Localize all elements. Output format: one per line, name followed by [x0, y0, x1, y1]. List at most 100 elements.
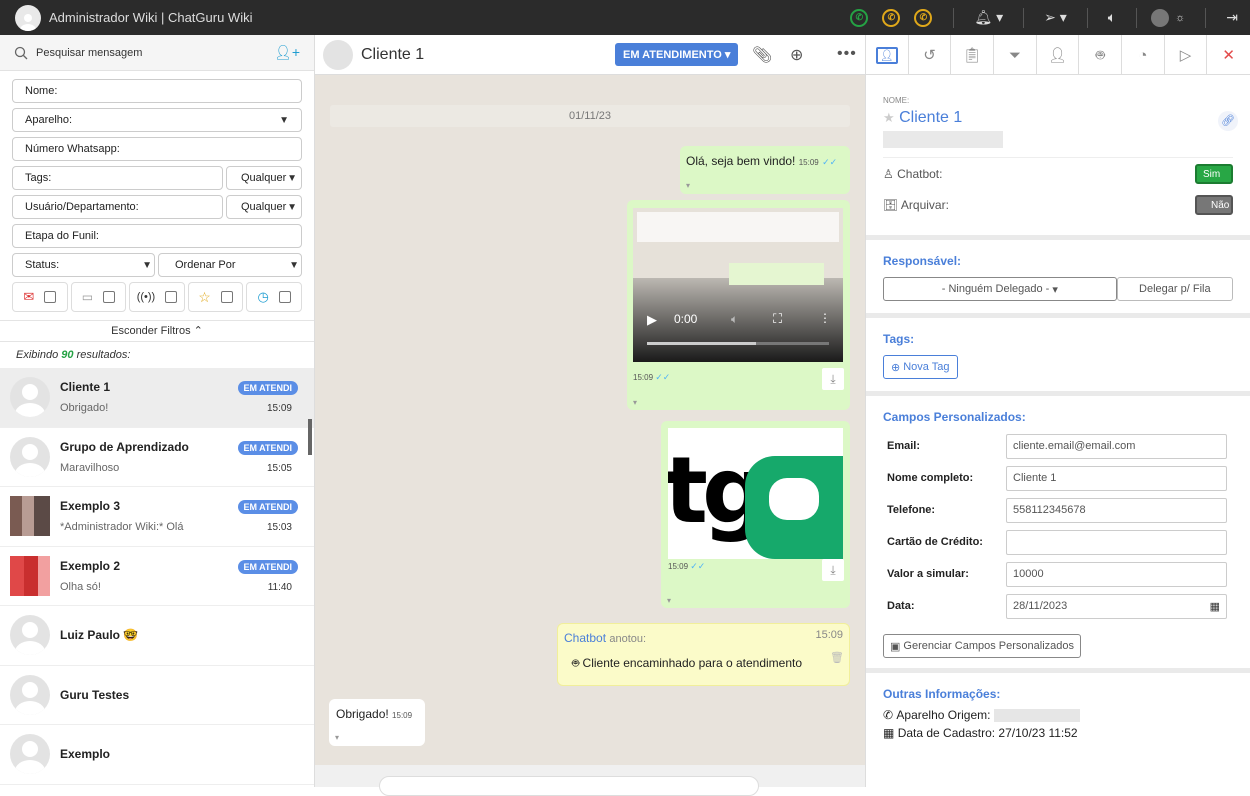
star-icon[interactable]: ★: [883, 110, 895, 125]
gauge-icon: ◔: [1138, 46, 1148, 64]
archived-checkbox[interactable]: [103, 291, 116, 303]
filter-device-select[interactable]: Aparelho: ▼: [12, 108, 302, 132]
manage-fields-button[interactable]: ▣ Gerenciar Campos Personalizados: [883, 634, 1081, 658]
bell-icon[interactable]: 🔔︎ ▾: [974, 9, 1003, 26]
more-options-icon[interactable]: •••: [837, 45, 857, 63]
download-icon[interactable]: ⤓: [822, 559, 844, 581]
whatsapp-yellow-icon-2[interactable]: ✆: [914, 8, 933, 27]
filter-archived[interactable]: ▭: [70, 282, 127, 312]
send-icon[interactable]: ➢ ▾: [1044, 9, 1067, 26]
unread-checkbox[interactable]: [44, 291, 57, 303]
status-dropdown-button[interactable]: EM ATENDIMENTO ▾: [615, 43, 739, 66]
filter-user-department[interactable]: Usuário/Departamento:: [12, 195, 223, 219]
volume-icon[interactable]: 🔈︎: [1108, 9, 1116, 26]
filter-unread[interactable]: ✉: [12, 282, 68, 312]
add-contact-icon[interactable]: 👤︎+: [274, 44, 300, 61]
mute-icon[interactable]: 🔈︎: [731, 312, 738, 327]
funnel-icon: ⏷: [1008, 46, 1021, 64]
user-avatar[interactable]: [15, 4, 41, 31]
incoming-message[interactable]: Obrigado! 15:09 ▾: [329, 699, 425, 746]
status-dot-icon[interactable]: [1151, 8, 1170, 27]
status-badge: EM ATENDI: [237, 500, 298, 514]
chat-list-item[interactable]: Exemplo 3 *Administrador Wiki:* Olá EM AT…: [0, 487, 314, 547]
tab-dashboard[interactable]: ◔: [1122, 35, 1165, 75]
results-count: Exibindo 90 resultados:: [16, 349, 131, 361]
play-icon[interactable]: ▶: [647, 312, 657, 328]
scheduled-checkbox[interactable]: [278, 291, 291, 303]
archive-toggle[interactable]: Não: [1195, 195, 1233, 215]
contact-avatar[interactable]: [323, 39, 353, 70]
delegate-select[interactable]: - Ninguém Delegado - ▾: [883, 277, 1117, 301]
tab-history[interactable]: ↺: [909, 35, 952, 75]
delegate-queue-button[interactable]: Delegar p/ Fila: [1116, 277, 1233, 301]
custom-field-input[interactable]: [1006, 529, 1227, 555]
filter-status-select[interactable]: Status: ▼: [12, 253, 155, 277]
add-chat-icon[interactable]: ⊕: [790, 45, 803, 65]
hide-filters-toggle[interactable]: Esconder Filtros ⌃: [0, 320, 314, 342]
filter-user-mode-select[interactable]: Qualquer ▼: [226, 195, 302, 219]
new-tag-button[interactable]: ⊕ Nova Tag: [883, 355, 958, 379]
chat-list-item[interactable]: Guru Testes: [0, 666, 314, 725]
message-menu-icon[interactable]: ▾: [686, 181, 690, 190]
contact-name[interactable]: ★ Cliente 1: [883, 109, 1233, 127]
message-menu-icon[interactable]: ▾: [633, 398, 637, 407]
chat-list-item[interactable]: Cliente 1 Obrigado! EM ATENDI 15:09: [0, 368, 314, 428]
whatsapp-green-icon[interactable]: ✆: [850, 8, 869, 27]
scrollbar[interactable]: [308, 419, 312, 455]
chat-list-item[interactable]: Grupo de Aprendizado Maravilhoso EM ATEND…: [0, 428, 314, 487]
outgoing-video-message[interactable]: ▶ 0:00 🔈︎ ⛶ ⋮ 15:09 ✓✓ ⤓ ▾: [627, 200, 850, 410]
tab-assign[interactable]: 👤︎: [1037, 35, 1080, 75]
annotation-time: 15:09: [815, 629, 843, 641]
custom-field-input[interactable]: cliente.email@email.com: [1006, 433, 1227, 459]
tags-title: Tags:: [883, 332, 915, 346]
tab-play[interactable]: ▷: [1165, 35, 1208, 75]
image-attachment[interactable]: tg: [668, 428, 843, 559]
tab-funnel[interactable]: ⏷: [994, 35, 1037, 75]
fullscreen-icon[interactable]: ⛶: [773, 311, 782, 327]
tab-contact-info[interactable]: 👤︎: [866, 35, 909, 75]
search-bar[interactable]: Pesquisar mensagem 👤︎+: [0, 35, 314, 71]
divider: [1023, 7, 1025, 28]
sun-icon[interactable]: ☼: [1175, 12, 1185, 24]
filter-order-select[interactable]: Ordenar Por ▼: [158, 253, 302, 277]
divider: [1086, 7, 1088, 28]
whatsapp-yellow-icon[interactable]: ✆: [882, 8, 901, 27]
message-menu-icon[interactable]: ▾: [335, 733, 339, 742]
chatbot-toggle[interactable]: Sim: [1195, 163, 1233, 184]
link-icon[interactable]: 🔗︎: [1218, 111, 1238, 131]
filter-tags-mode-select[interactable]: Qualquer ▼: [226, 166, 302, 190]
logout-icon[interactable]: ⇥: [1226, 9, 1238, 26]
chatbot-annotation[interactable]: Chatbot anotou: 15:09 🤖︎ Cliente encamin…: [557, 623, 850, 686]
filter-phone[interactable]: Número Whatsapp:: [12, 137, 302, 161]
paperclip-icon[interactable]: 📎︎: [752, 45, 772, 65]
tab-tasks[interactable]: 📋︎: [951, 35, 995, 75]
tab-close[interactable]: ✕: [1207, 35, 1250, 75]
favorite-checkbox[interactable]: [220, 291, 233, 303]
filter-broadcast[interactable]: ((•)): [129, 282, 185, 312]
download-icon[interactable]: ⤓: [822, 368, 844, 390]
tab-chatbot[interactable]: 🤖︎: [1079, 35, 1123, 75]
outgoing-image-message[interactable]: tg 15:09 ✓✓ ⤓ ▾: [661, 421, 850, 608]
custom-field-input[interactable]: 10000: [1006, 561, 1227, 587]
trash-icon[interactable]: 🗑︎: [830, 651, 844, 664]
broadcast-checkbox[interactable]: [165, 291, 178, 303]
message-menu-icon[interactable]: ▾: [667, 596, 671, 605]
chat-contact-name[interactable]: Cliente 1: [361, 46, 424, 64]
video-more-icon[interactable]: ⋮: [819, 311, 831, 325]
filter-scheduled[interactable]: ◷: [246, 282, 302, 312]
chat-list-item[interactable]: Luiz Paulo 🤓: [0, 606, 314, 666]
search-input[interactable]: Pesquisar mensagem: [36, 47, 142, 59]
video-player[interactable]: ▶ 0:00 🔈︎ ⛶ ⋮: [633, 208, 843, 362]
chat-list-item[interactable]: Exemplo: [0, 725, 314, 785]
filter-funnel-stage[interactable]: Etapa do Funil:: [12, 224, 302, 248]
custom-field-input[interactable]: Cliente 1: [1006, 465, 1227, 491]
outgoing-message[interactable]: Olá, seja bem vindo! 15:09 ✓✓ ▾: [680, 146, 850, 194]
filter-tags[interactable]: Tags:: [12, 166, 223, 190]
chat-list-item[interactable]: Exemplo 2 Olha só! EM ATENDI 11:40: [0, 547, 314, 606]
date-field-input[interactable]: 28/11/2023 ▦: [1006, 593, 1227, 619]
message-input[interactable]: [379, 776, 759, 796]
filter-name[interactable]: Nome:: [12, 79, 302, 103]
calendar-icon[interactable]: ▦: [1210, 600, 1220, 613]
custom-field-input[interactable]: 558112345678: [1006, 497, 1227, 523]
filter-favorite[interactable]: ☆: [187, 282, 244, 312]
